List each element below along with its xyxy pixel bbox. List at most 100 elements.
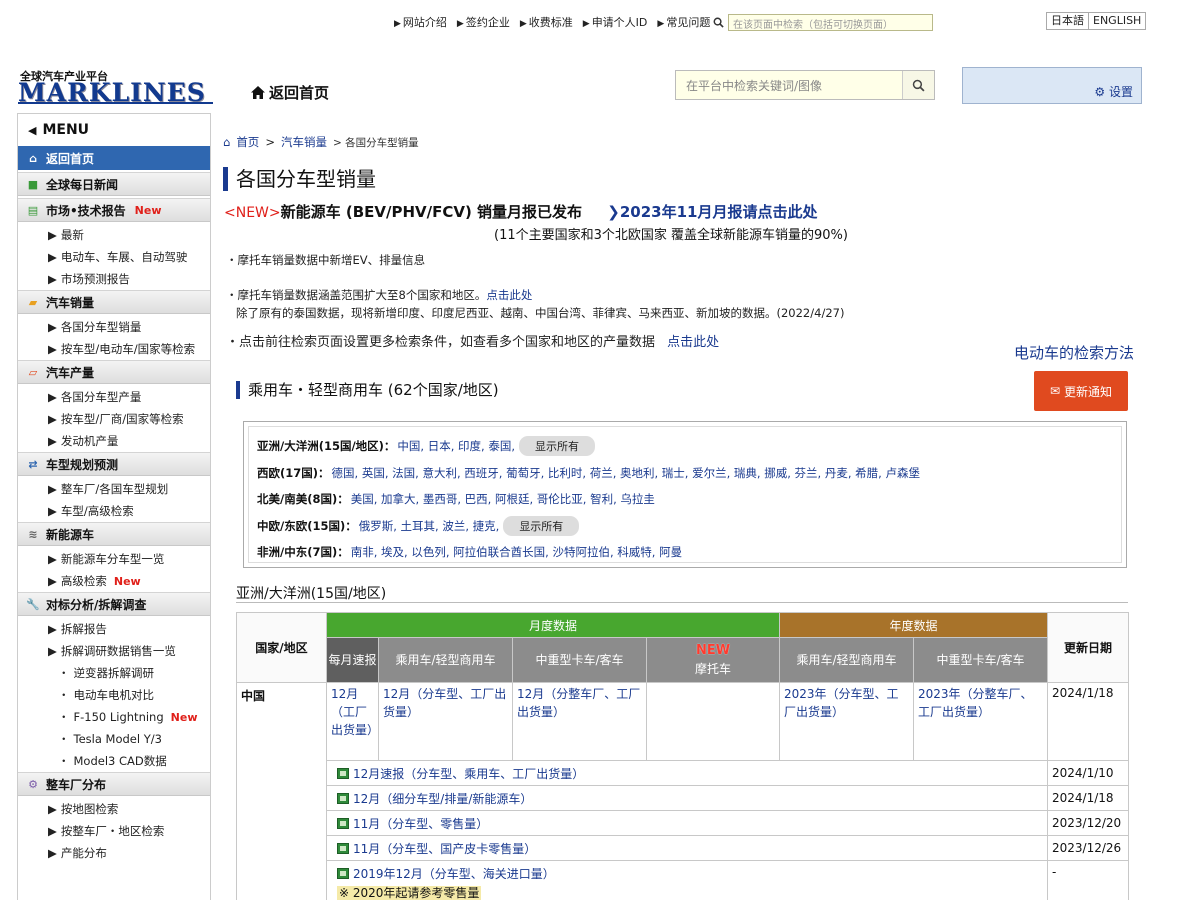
home-link[interactable]: 返回首页 [250, 82, 329, 103]
settings-button[interactable]: ⚙ 设置 [1094, 83, 1133, 100]
col-monthly: 月度数据 [326, 612, 780, 638]
region-country-links[interactable]: 南非, 埃及, 以色列, 阿拉伯联合酋长国, 沙特阿拉伯, 科威特, 阿曼 [351, 544, 682, 560]
china-truck-annual-link[interactable]: 2023年（分整车厂、工厂出货量） [913, 682, 1048, 761]
sidebar-item-latest[interactable]: ▶ 最新 [18, 224, 210, 246]
divider [236, 602, 1128, 603]
sidebar-planning[interactable]: ⇄ 车型规划预测 [18, 452, 210, 476]
sidebar-item-oem-plans[interactable]: ▶ 整车厂/各国车型规划 [18, 478, 210, 500]
breadcrumb-sales[interactable]: 汽车销量 [281, 134, 327, 150]
region-country-links[interactable]: 德国, 英国, 法国, 意大利, 西班牙, 葡萄牙, 比利时, 荷兰, 奥地利,… [332, 465, 920, 481]
sidebar-item-engine-production[interactable]: ▶ 发动机产量 [18, 430, 210, 452]
sidebar-item-ev-list[interactable]: ▶ 新能源车分车型一览 [18, 548, 210, 570]
sidebar-item-teardown-data[interactable]: ▶ 拆解调研数据销售一览 [18, 640, 210, 662]
region-row-central-east-europe: 中欧/东欧(15国)： 俄罗斯, 土耳其, 波兰, 捷克, 显示所有 [257, 513, 1113, 540]
sidebar-item-tesla[interactable]: ・ Tesla Model Y/3 [18, 728, 210, 750]
breadcrumb-home[interactable]: 首页 [236, 134, 259, 150]
table-row: 11月（分车型、国产皮卡零售量） 2023/12/26 [237, 835, 1129, 861]
lang-japanese-button[interactable]: 日本語 [1046, 12, 1089, 30]
menu-toggle[interactable]: ◀ MENU [18, 114, 210, 146]
report-link[interactable]: 11月（分车型、国产皮卡零售量） [327, 840, 1047, 857]
note-search: ・点击前往检索页面设置更多检索条件，如查看多个国家和地区的产量数据 点击此处 [226, 335, 720, 350]
note-motorcycle-ev: ・摩托车销量数据中新增EV、排量信息 [226, 253, 426, 267]
note-motorcycle-link[interactable]: 点击此处 [486, 288, 532, 302]
region-row-americas: 北美/南美(8国)： 美国, 加拿大, 墨西哥, 巴西, 阿根廷, 哥伦比亚, 智… [257, 491, 655, 507]
document-icon: ▤ [27, 203, 39, 217]
sidebar-reports[interactable]: ▤ 市场•技术报告 New [18, 198, 210, 222]
sidebar-menu: ◀ MENU ⌂ 返回首页 ■ 全球每日新闻 ▤ 市场•技术报告 New ▶ 最新 ▶ … [17, 113, 211, 900]
sidebar-item-teardown-report[interactable]: ▶ 拆解报告 [18, 618, 210, 640]
sidebar-item-forecast[interactable]: ▶ 市场预测报告 [18, 268, 210, 290]
wrench-icon: 🔧 [26, 597, 40, 611]
sidebar-teardown[interactable]: 🔧 对标分析/拆解调查 [18, 592, 210, 616]
excel-icon [337, 868, 349, 879]
show-all-button[interactable]: 显示所有 [519, 436, 596, 457]
sidebar-plants[interactable]: ⚙ 整车厂分布 [18, 772, 210, 796]
ev-report-link[interactable]: ❯2023年11月月报请点击此处 [607, 203, 817, 221]
china-flash-link[interactable]: 12月（工厂出货量） [326, 682, 379, 761]
sidebar-item-inverter[interactable]: ・逆变器拆解调研 [18, 662, 210, 684]
ev-banner: <NEW>新能源车 (BEV/PHV/FCV) 销量月报已发布 ❯2023年11… [224, 203, 818, 221]
sidebar-ev[interactable]: ≋ 新能源车 [18, 522, 210, 546]
sidebar-item-production-by-country[interactable]: ▶ 各国分车型产量 [18, 386, 210, 408]
top-nav-faq[interactable]: ▶ 常见问题 [657, 14, 710, 30]
page-title: 各国分车型销量 [223, 167, 376, 191]
top-nav-pricing[interactable]: ▶ 收费标准 [520, 14, 573, 30]
settings-panel: ⚙ 设置 [962, 67, 1142, 104]
show-all-button[interactable]: 显示所有 [503, 515, 580, 536]
page-search-input[interactable]: 在该页面中检索（包括可切换页面） [728, 14, 933, 31]
top-nav-apply-id[interactable]: ▶ 申请个人ID [583, 14, 648, 30]
report-link[interactable]: 2019年12月（分车型、海关进口量） [327, 865, 1047, 882]
china-pc-annual-link[interactable]: 2023年（分车型、工厂出货量） [779, 682, 914, 761]
ev-search-method-link[interactable]: 电动车的检索方法 [1014, 342, 1134, 363]
top-nav-intro[interactable]: ▶ 网站介绍 [394, 14, 447, 30]
china-truck-link[interactable]: 12月（分整车厂、工厂出货量） [512, 682, 647, 761]
sidebar-item-sales-search[interactable]: ▶ 按车型/电动车/国家等检索 [18, 338, 210, 360]
search-icon [912, 79, 925, 92]
excel-icon [337, 842, 349, 854]
chevron-left-icon: ◀ [28, 123, 37, 137]
sidebar-item-model3-cad[interactable]: ・ Model3 CAD数据 [18, 750, 210, 772]
sidebar-item-oem-region[interactable]: ▶ 按整车厂・地区检索 [18, 820, 210, 842]
report-link[interactable]: 11月（分车型、零售量） [327, 815, 1047, 832]
sidebar-item-f150[interactable]: ・ F-150 Lightning New [18, 706, 210, 728]
region-country-links[interactable]: 美国, 加拿大, 墨西哥, 巴西, 阿根廷, 哥伦比亚, 智利, 乌拉圭 [351, 491, 655, 507]
mail-icon: ✉ [1049, 384, 1061, 398]
top-nav: ▶ 网站介绍 ▶ 签约企业 ▶ 收费标准 ▶ 申请个人ID ▶ 常见问题 [394, 14, 710, 30]
lang-english-button[interactable]: ENGLISH [1088, 12, 1147, 30]
home-icon: ⌂ [29, 151, 37, 165]
region-row-africa-middle-east: 非洲/中东(7国)： 南非, 埃及, 以色列, 阿拉伯联合酋长国, 沙特阿拉伯, … [257, 544, 683, 560]
sidebar-sales[interactable]: ▰ 汽车销量 [18, 290, 210, 314]
sidebar-item-ev-autoshow[interactable]: ▶ 电动车、车展、自动驾驶 [18, 246, 210, 268]
sidebar-item-ev-advanced[interactable]: ▶ 高级检索 New [18, 570, 210, 592]
update-notification-button[interactable]: ✉ 更新通知 [1034, 371, 1128, 411]
col-pc: 乘用车/轻型商用车 [378, 637, 513, 683]
region-country-links[interactable]: 俄罗斯, 土耳其, 波兰, 捷克, [359, 518, 500, 534]
sidebar-item-model-search[interactable]: ▶ 车型/高级检索 [18, 500, 210, 522]
region-row-west-europe: 西欧(17国)： 德国, 英国, 法国, 意大利, 西班牙, 葡萄牙, 比利时, … [257, 465, 920, 481]
sidebar-item-capacity[interactable]: ▶ 产能分布 [18, 842, 210, 864]
new-tag: <NEW> [224, 205, 281, 221]
chevron-right-icon: ❯ [607, 203, 620, 221]
col-annual: 年度数据 [779, 612, 1048, 638]
sidebar-production[interactable]: ▱ 汽车产量 [18, 360, 210, 384]
global-search-input[interactable]: 在平台中检索关键词/图像 [676, 77, 902, 94]
sidebar-item-motor[interactable]: ・电动车电机对比 [18, 684, 210, 706]
update-date: 2024/1/10 [1047, 760, 1129, 786]
sidebar-daily-news[interactable]: ■ 全球每日新闻 [18, 172, 210, 196]
china-pc-link[interactable]: 12月（分车型、工厂出货量） [378, 682, 513, 761]
home-icon [251, 86, 265, 99]
sidebar-home[interactable]: ⌂ 返回首页 [18, 146, 210, 170]
top-nav-clients[interactable]: ▶ 签约企业 [457, 14, 510, 30]
col-updated: 更新日期 [1047, 612, 1129, 683]
update-date: 2024/1/18 [1047, 785, 1129, 811]
table-row: 2019年12月（分车型、海关进口量） ※ 2020年起请参考零售量 - [237, 860, 1129, 900]
logo-underline [18, 102, 213, 104]
report-link[interactable]: 12月速报（分车型、乘用车、工厂出货量） [327, 765, 1047, 782]
report-link[interactable]: 12月（细分车型/排量/新能源车） [327, 790, 1047, 807]
region-country-links[interactable]: 中国, 日本, 印度, 泰国, [397, 438, 515, 454]
note-search-link[interactable]: 点击此处 [667, 335, 719, 350]
sidebar-item-map-search[interactable]: ▶ 按地图检索 [18, 798, 210, 820]
global-search-button[interactable] [902, 71, 934, 99]
sidebar-item-sales-by-country[interactable]: ▶ 各国分车型销量 [18, 316, 210, 338]
sidebar-item-production-search[interactable]: ▶ 按车型/厂商/国家等检索 [18, 408, 210, 430]
